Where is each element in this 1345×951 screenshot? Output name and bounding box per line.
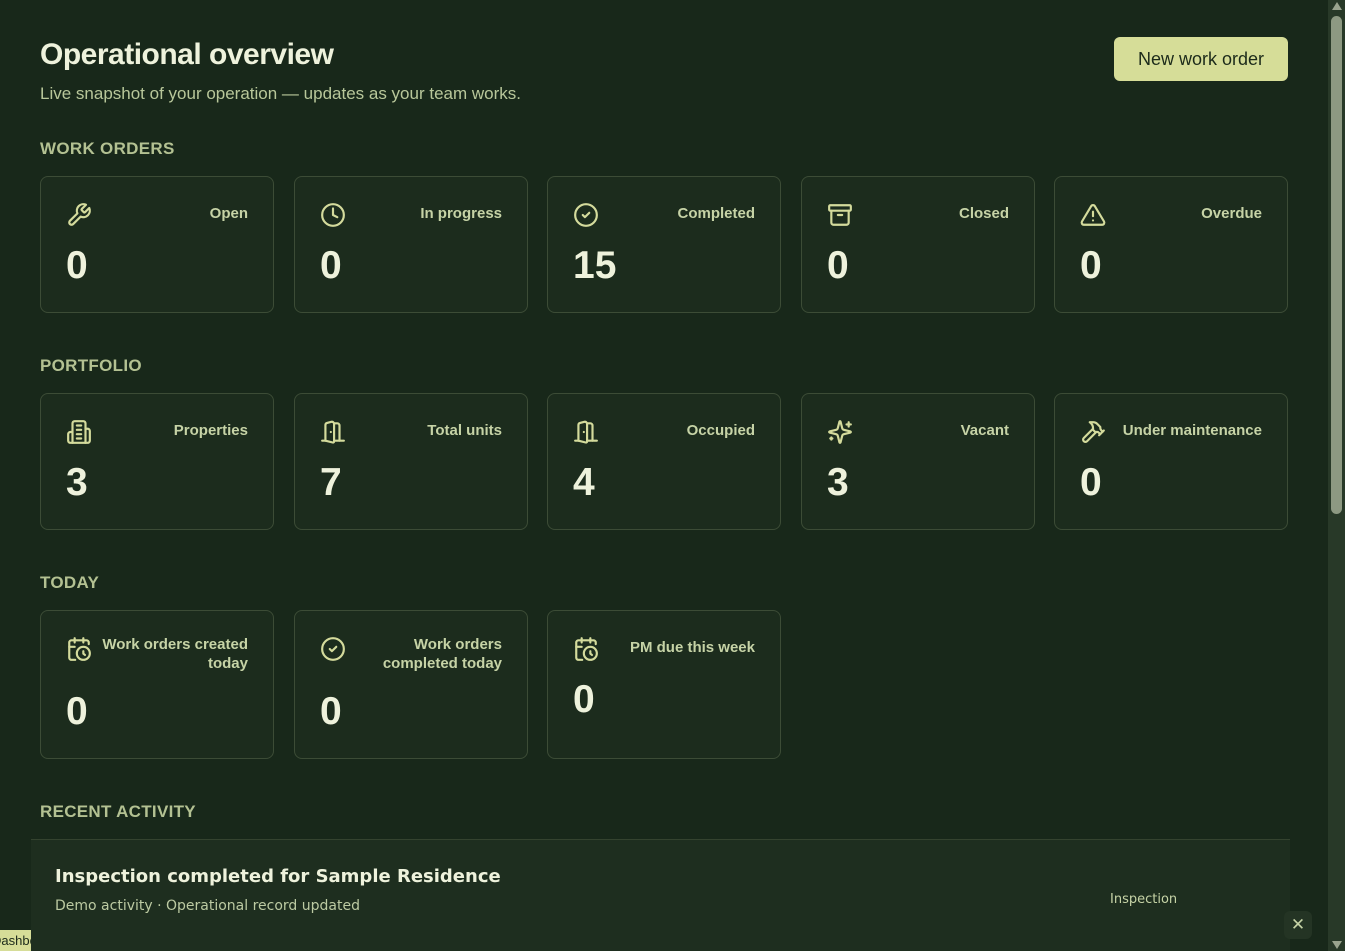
- sparkles-icon: [827, 419, 853, 445]
- section-label-portfolio: PORTFOLIO: [40, 356, 142, 375]
- section-label-today: TODAY: [40, 573, 100, 592]
- close-icon[interactable]: ✕: [1284, 911, 1312, 939]
- page-subtitle: Live snapshot of your operation — update…: [40, 84, 521, 103]
- stat-value: 0: [1080, 244, 1102, 287]
- stat-label: Total units: [427, 422, 502, 439]
- stat-label: Completed: [677, 205, 755, 222]
- activity-type-tag: Inspection: [1110, 892, 1178, 907]
- clock-icon: [320, 202, 346, 228]
- calendar-clock-icon: [573, 636, 599, 662]
- stat-card-work-orders-created-today: Work orders created today 0: [40, 610, 274, 759]
- scroll-down-arrow-icon[interactable]: [1332, 941, 1342, 949]
- stat-label: Overdue: [1201, 205, 1262, 222]
- archive-icon: [827, 202, 853, 228]
- stat-card-completed: Completed 15: [547, 176, 781, 313]
- scroll-up-arrow-icon[interactable]: [1332, 2, 1342, 10]
- stat-value: 4: [573, 461, 595, 504]
- stat-card-total-units: Total units 7: [294, 393, 528, 530]
- stat-value: 15: [573, 244, 617, 287]
- stat-label: Open: [209, 205, 248, 222]
- stat-label: PM due this week: [629, 639, 755, 656]
- stat-card-vacant: Vacant 3: [801, 393, 1035, 530]
- stat-card-under-maintenance: Under maintenance 0: [1054, 393, 1288, 530]
- stat-label: Occupied: [686, 422, 755, 439]
- stat-value: 0: [573, 678, 595, 721]
- stat-value: 3: [66, 461, 88, 504]
- wrench-icon: [66, 202, 92, 228]
- section-label-recent-activity: RECENT ACTIVITY: [40, 802, 196, 821]
- door-icon: [320, 419, 346, 445]
- building-icon: [66, 419, 92, 445]
- activity-subtitle: Demo activity · Operational record updat…: [55, 898, 360, 914]
- stat-value: 0: [66, 244, 88, 287]
- scrollbar-thumb[interactable]: [1331, 16, 1342, 514]
- hammer-icon: [1080, 419, 1106, 445]
- stat-value: 7: [320, 461, 342, 504]
- stat-label: Work orders created today: [102, 636, 248, 672]
- vertical-scrollbar[interactable]: [1328, 0, 1345, 951]
- stat-card-in-progress: In progress 0: [294, 176, 528, 313]
- stat-value: 0: [320, 690, 342, 733]
- stat-value: 0: [320, 244, 342, 287]
- new-work-order-button[interactable]: New work order: [1114, 37, 1288, 81]
- stat-card-closed: Closed 0: [801, 176, 1035, 313]
- stat-card-occupied: Occupied 4: [547, 393, 781, 530]
- door-open-icon: [573, 419, 599, 445]
- stat-card-properties: Properties 3: [40, 393, 274, 530]
- stat-label: Work orders completed today: [382, 636, 502, 672]
- stat-value: 0: [827, 244, 849, 287]
- page-title: Operational overview: [40, 38, 334, 71]
- activity-title: Inspection completed for Sample Residenc…: [55, 866, 501, 887]
- stat-card-overdue: Overdue 0: [1054, 176, 1288, 313]
- status-tab[interactable]: Dashboard: [0, 930, 31, 951]
- stat-label: Properties: [173, 422, 248, 439]
- stat-label: Closed: [958, 205, 1009, 222]
- stat-card-work-orders-completed-today: Work orders completed today 0: [294, 610, 528, 759]
- check-circle-icon: [573, 202, 599, 228]
- stat-label: Vacant: [960, 422, 1009, 439]
- stat-value: 0: [66, 690, 88, 733]
- stat-value: 0: [1080, 461, 1102, 504]
- section-label-work-orders: WORK ORDERS: [40, 139, 175, 158]
- stat-card-open: Open 0: [40, 176, 274, 313]
- stat-label: In progress: [420, 205, 502, 222]
- stat-label: Under maintenance: [1122, 422, 1262, 439]
- warning-icon: [1080, 202, 1106, 228]
- activity-item[interactable]: Inspection completed for Sample Residenc…: [31, 839, 1290, 951]
- stat-card-pm-due-this-week: PM due this week 0: [547, 610, 781, 759]
- stat-value: 3: [827, 461, 849, 504]
